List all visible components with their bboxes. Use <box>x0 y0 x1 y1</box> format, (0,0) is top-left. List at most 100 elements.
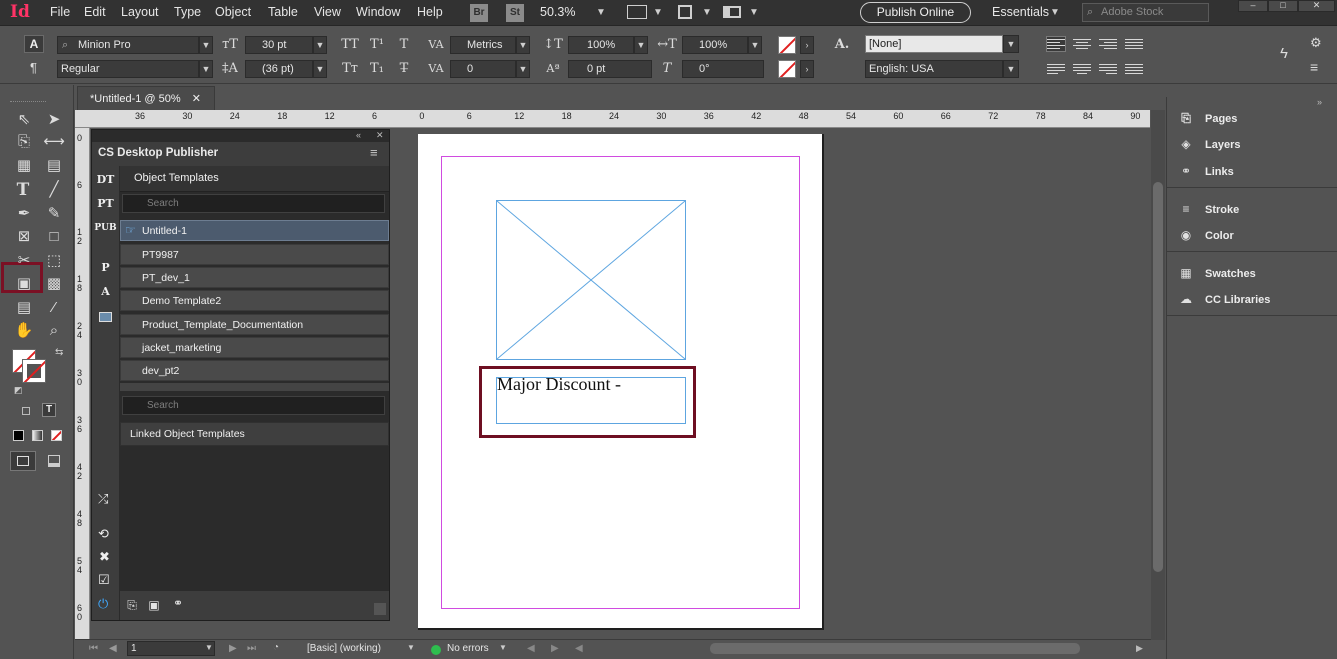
template-item[interactable]: Product_Template_Documentation <box>120 314 389 335</box>
hand-tool-icon[interactable]: ✋ <box>12 320 36 342</box>
page-tool-icon[interactable]: ⎘ <box>12 131 36 153</box>
empty-image-frame[interactable] <box>496 200 686 360</box>
horizontal-scroll-thumb[interactable] <box>710 643 1080 654</box>
image-icon[interactable] <box>99 312 112 322</box>
kerning-field[interactable]: Metrics <box>450 36 516 54</box>
character-style-dropdown[interactable]: ▼ <box>1003 35 1019 53</box>
paragraph-formatting-icon[interactable]: ¶ <box>30 60 37 75</box>
close-panel-icon[interactable]: ✕ <box>376 130 384 141</box>
free-transform-tool-icon[interactable]: ⬚ <box>42 250 66 272</box>
stroke-swatch[interactable] <box>778 60 796 78</box>
adobe-stock-search[interactable]: ⌕ Adobe Stock <box>1082 3 1209 22</box>
checklist-icon[interactable]: ☑ <box>98 572 110 588</box>
font-style-dropdown[interactable]: ▼ <box>199 60 213 78</box>
fill-swatch-dropdown[interactable]: › <box>800 36 814 54</box>
vertical-scroll-thumb[interactable] <box>1153 182 1163 572</box>
collapse-dock-icon[interactable]: » <box>1317 97 1322 107</box>
template-item[interactable]: dev_pt2 <box>120 360 389 381</box>
font-style-field[interactable]: Regular <box>57 60 199 78</box>
maximize-button[interactable]: □ <box>1268 0 1298 12</box>
menu-layout[interactable]: Layout <box>121 5 159 19</box>
zoom-level[interactable]: 50.3% <box>540 5 575 19</box>
kerning-dropdown[interactable]: ▼ <box>516 36 530 54</box>
chevron-down-icon[interactable]: ▼ <box>749 7 759 18</box>
shuffle-icon[interactable]: ⤮ <box>98 491 108 507</box>
justify-all-icon[interactable] <box>1125 62 1143 76</box>
dt-button[interactable]: DT <box>94 170 117 190</box>
new-template-icon[interactable]: ⎘ <box>124 598 140 613</box>
page-dropdown-icon[interactable]: ▼ <box>205 643 213 652</box>
rectangle-tool-icon[interactable]: □ <box>42 226 66 248</box>
font-size-dropdown[interactable]: ▼ <box>313 36 327 54</box>
line-tool-icon[interactable]: ╱ <box>42 179 66 201</box>
open-page-icon[interactable]: ◔ <box>273 642 279 653</box>
underline-icon[interactable]: T <box>394 36 414 54</box>
stock-button[interactable]: St <box>506 4 524 22</box>
stroke-none-swatch[interactable] <box>22 359 46 383</box>
scroll-right-icon[interactable]: ▶ <box>1136 643 1143 654</box>
panel-menu-icon[interactable]: ≡ <box>1310 59 1318 75</box>
selection-tool-icon[interactable]: ⇖ <box>12 109 36 131</box>
sync-icon[interactable]: ⟲ <box>98 526 109 542</box>
menu-type[interactable]: Type <box>174 5 201 19</box>
subscript-icon[interactable]: T₁ <box>367 60 387 78</box>
align-right-icon[interactable] <box>1099 37 1117 51</box>
zoom-tool-icon[interactable]: ⌕ <box>42 320 66 342</box>
leading-field[interactable]: (36 pt) <box>245 60 313 78</box>
justify-right-icon[interactable] <box>1099 62 1117 76</box>
resize-grip[interactable] <box>374 603 386 615</box>
content-collector-icon[interactable]: ▦ <box>12 155 36 177</box>
first-page-icon[interactable]: ⏮ <box>89 643 98 654</box>
template-item[interactable]: PT_dev_1 <box>120 267 389 288</box>
close-button[interactable]: ✕ <box>1298 0 1335 12</box>
link-icon[interactable]: ⚭ <box>170 596 186 610</box>
publish-online-button[interactable]: Publish Online <box>860 2 971 23</box>
lightning-icon[interactable]: ϟ <box>1280 45 1288 62</box>
preflight-dropdown-icon[interactable]: ▼ <box>499 643 507 652</box>
align-left-icon[interactable] <box>1046 36 1066 52</box>
normal-view-mode-icon[interactable] <box>10 451 36 471</box>
color-panel-button[interactable]: ◉ Color <box>1177 225 1234 245</box>
power-icon[interactable]: ⏻ <box>98 596 108 612</box>
preflight-profile[interactable]: [Basic] (working) <box>307 643 381 654</box>
gradient-swatch-tool-icon[interactable]: ▣ <box>12 273 36 295</box>
horizontal-ruler[interactable]: 36 30 24 18 12 6 0 6 12 18 24 30 36 42 48 54 60 66 72 78 84 9… <box>75 110 1150 128</box>
justify-left-icon[interactable] <box>1047 62 1065 76</box>
template-item[interactable]: jacket_marketing <box>120 337 389 358</box>
font-family-dropdown[interactable]: ▼ <box>199 36 213 54</box>
formatting-container-icon[interactable] <box>22 407 30 415</box>
profile-dropdown-icon[interactable]: ▼ <box>407 643 415 652</box>
menu-help[interactable]: Help <box>417 5 443 19</box>
content-placer-icon[interactable]: ▤ <box>42 155 66 177</box>
save-icon[interactable]: ▣ <box>146 598 162 612</box>
skew-field[interactable]: 0° <box>682 60 764 78</box>
template-item[interactable]: PT9987 <box>120 244 389 265</box>
close-tab-icon[interactable]: ✕ <box>192 93 201 105</box>
menu-table[interactable]: Table <box>268 5 298 19</box>
previous-page-icon[interactable]: ◀ <box>109 643 117 654</box>
note-tool-icon[interactable]: ▤ <box>12 297 36 319</box>
pub-button[interactable]: PUB <box>94 218 117 238</box>
font-size-field[interactable]: 30 pt <box>245 36 313 54</box>
swatches-panel-button[interactable]: ▦ Swatches <box>1177 263 1255 283</box>
scroll-left-icon[interactable]: ◀ <box>575 643 583 654</box>
document-tab[interactable]: *Untitled-1 @ 50% ✕ <box>77 86 215 110</box>
template-item[interactable]: Demo Template2 <box>120 290 389 311</box>
workspace-switcher[interactable]: Essentials <box>992 5 1049 19</box>
character-formatting-icon[interactable]: A <box>24 35 44 53</box>
zoom-dropdown-icon[interactable]: ▼ <box>596 7 606 18</box>
swap-fill-stroke-icon[interactable]: ⇆ <box>55 347 63 358</box>
page-number-field[interactable]: 1 <box>127 641 215 656</box>
linked-template-search-input[interactable]: Search <box>122 396 385 415</box>
apply-none-icon[interactable] <box>51 430 62 441</box>
p-button[interactable]: P <box>94 258 117 278</box>
template-item[interactable]: ☞ Untitled-1 <box>120 220 389 241</box>
arrange-documents-icon[interactable] <box>723 6 741 18</box>
collapse-panel-icon[interactable]: « <box>356 130 361 140</box>
scissors-tool-icon[interactable]: ✂ <box>12 250 36 272</box>
chevron-down-icon[interactable]: ▼ <box>1050 7 1060 18</box>
font-family-field[interactable]: ⌕ Minion Pro <box>57 36 199 54</box>
chevron-down-icon[interactable]: ▼ <box>653 7 663 18</box>
pt-button[interactable]: PT <box>94 194 117 214</box>
superscript-icon[interactable]: T¹ <box>367 36 387 54</box>
